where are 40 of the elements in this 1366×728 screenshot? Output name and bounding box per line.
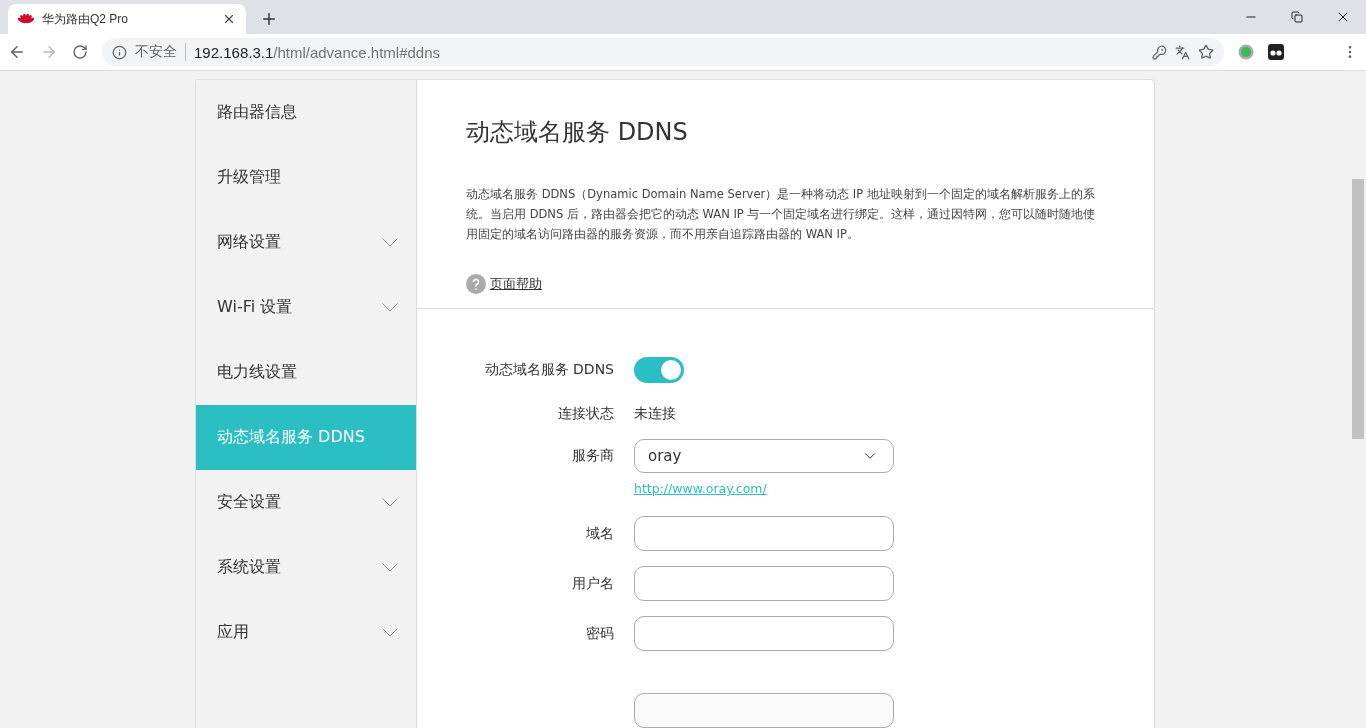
field-label: 用户名 — [571, 574, 614, 593]
field-label: 域名 — [585, 524, 614, 543]
status-value: 未连接 — [634, 405, 677, 423]
sidebar-item[interactable]: 升级管理 — [196, 145, 416, 210]
provider-dropdown[interactable]: oray — [634, 439, 894, 473]
new-tab-icon[interactable] — [260, 10, 278, 28]
help-link[interactable]: 页面帮助 — [466, 274, 542, 294]
sidebar-item[interactable]: 安全设置 — [196, 470, 416, 535]
sidebar-item[interactable]: 电力线设置 — [196, 340, 416, 405]
text-input-field[interactable] — [634, 516, 894, 551]
sidebar-item[interactable]: 路由器信息 — [196, 80, 416, 145]
description-text: 动态域名服务 DDNS（Dynamic Domain Name Server）是一种将动态 IP 地址映射到一个固定的域名解析服务上的系统。当启用 DDNS 后，路由器会把它的动态 WAN IP 与一个固定域名进行绑定。这样，通过因特网，您可以随时随地使用固定的域名访问路由器的服务资源，而不用亲自追踪路由器的 WAN IP。 — [466, 186, 1097, 243]
record-extension-icon[interactable] — [1238, 44, 1254, 60]
info-icon[interactable] — [112, 44, 127, 60]
page-title: 动态域名服务 DDNS — [466, 117, 689, 148]
sidebar-item[interactable]: 系统设置 — [196, 535, 416, 600]
text-input-field[interactable] — [634, 616, 894, 651]
help-icon — [466, 274, 486, 294]
browser-tab[interactable]: 华为路由Q2 Pro — [8, 4, 246, 34]
field-label: 连接状态 — [557, 405, 614, 423]
star-icon[interactable] — [1198, 44, 1214, 60]
url-host: 192.168.3.1 — [194, 43, 274, 61]
extension-icon[interactable] — [1268, 44, 1284, 60]
key-icon[interactable] — [1152, 44, 1167, 60]
reload-icon[interactable] — [72, 44, 88, 60]
security-label: 不安全 — [135, 43, 186, 61]
field-label: 动态域名服务 DDNS — [483, 361, 614, 379]
close-icon[interactable] — [222, 12, 236, 26]
translate-icon[interactable] — [1175, 44, 1190, 60]
sidebar-item[interactable]: Wi-Fi 设置 — [196, 275, 416, 340]
field-label: 服务商 — [571, 447, 614, 465]
toggle-switch[interactable] — [634, 357, 684, 383]
field-label: 密码 — [585, 624, 614, 643]
restore-icon[interactable] — [1291, 11, 1303, 23]
url-path: /html/advance.html#ddns — [273, 43, 440, 61]
text-input-field[interactable] — [634, 566, 894, 601]
text-input-field[interactable] — [634, 693, 894, 728]
sidebar-item[interactable]: 应用 — [196, 600, 416, 665]
flower-logo-icon — [18, 13, 34, 25]
sidebar-item[interactable]: 网络设置 — [196, 210, 416, 275]
